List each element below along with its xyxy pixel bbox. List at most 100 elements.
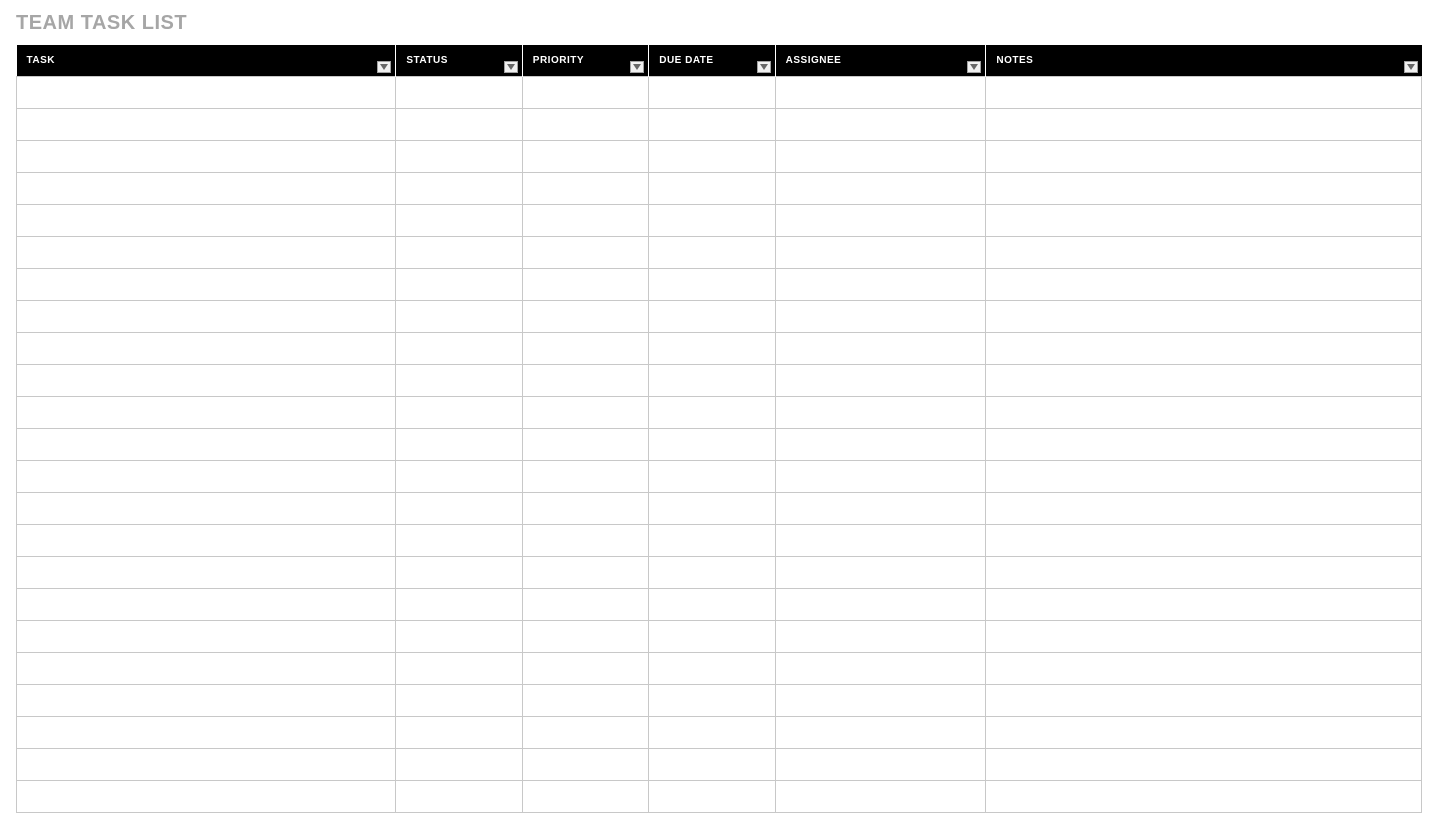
- cell-notes[interactable]: [986, 525, 1422, 557]
- cell-duedate[interactable]: [649, 429, 775, 461]
- cell-priority[interactable]: [522, 173, 648, 205]
- cell-assignee[interactable]: [775, 589, 986, 621]
- cell-priority[interactable]: [522, 589, 648, 621]
- cell-notes[interactable]: [986, 109, 1422, 141]
- cell-task[interactable]: [17, 141, 396, 173]
- cell-assignee[interactable]: [775, 493, 986, 525]
- cell-notes[interactable]: [986, 685, 1422, 717]
- cell-status[interactable]: [396, 365, 522, 397]
- cell-task[interactable]: [17, 397, 396, 429]
- cell-notes[interactable]: [986, 493, 1422, 525]
- cell-notes[interactable]: [986, 365, 1422, 397]
- cell-assignee[interactable]: [775, 557, 986, 589]
- cell-priority[interactable]: [522, 781, 648, 813]
- cell-priority[interactable]: [522, 365, 648, 397]
- cell-status[interactable]: [396, 461, 522, 493]
- cell-notes[interactable]: [986, 429, 1422, 461]
- cell-assignee[interactable]: [775, 109, 986, 141]
- filter-dropdown-icon[interactable]: [757, 61, 771, 73]
- cell-status[interactable]: [396, 397, 522, 429]
- cell-assignee[interactable]: [775, 301, 986, 333]
- cell-task[interactable]: [17, 685, 396, 717]
- cell-assignee[interactable]: [775, 717, 986, 749]
- cell-duedate[interactable]: [649, 269, 775, 301]
- cell-status[interactable]: [396, 493, 522, 525]
- column-header-status[interactable]: STATUS: [396, 45, 522, 77]
- cell-status[interactable]: [396, 301, 522, 333]
- cell-duedate[interactable]: [649, 781, 775, 813]
- cell-status[interactable]: [396, 557, 522, 589]
- cell-notes[interactable]: [986, 141, 1422, 173]
- cell-status[interactable]: [396, 237, 522, 269]
- cell-duedate[interactable]: [649, 653, 775, 685]
- cell-task[interactable]: [17, 365, 396, 397]
- cell-assignee[interactable]: [775, 77, 986, 109]
- cell-duedate[interactable]: [649, 237, 775, 269]
- cell-duedate[interactable]: [649, 301, 775, 333]
- filter-dropdown-icon[interactable]: [377, 61, 391, 73]
- cell-notes[interactable]: [986, 461, 1422, 493]
- column-header-duedate[interactable]: DUE DATE: [649, 45, 775, 77]
- cell-status[interactable]: [396, 333, 522, 365]
- cell-notes[interactable]: [986, 205, 1422, 237]
- cell-duedate[interactable]: [649, 621, 775, 653]
- cell-status[interactable]: [396, 653, 522, 685]
- cell-assignee[interactable]: [775, 397, 986, 429]
- cell-assignee[interactable]: [775, 333, 986, 365]
- filter-dropdown-icon[interactable]: [1404, 61, 1418, 73]
- cell-notes[interactable]: [986, 237, 1422, 269]
- cell-priority[interactable]: [522, 749, 648, 781]
- cell-assignee[interactable]: [775, 621, 986, 653]
- cell-task[interactable]: [17, 557, 396, 589]
- cell-task[interactable]: [17, 493, 396, 525]
- cell-priority[interactable]: [522, 653, 648, 685]
- cell-task[interactable]: [17, 429, 396, 461]
- cell-assignee[interactable]: [775, 781, 986, 813]
- cell-duedate[interactable]: [649, 589, 775, 621]
- cell-task[interactable]: [17, 301, 396, 333]
- cell-task[interactable]: [17, 173, 396, 205]
- cell-priority[interactable]: [522, 301, 648, 333]
- filter-dropdown-icon[interactable]: [967, 61, 981, 73]
- cell-assignee[interactable]: [775, 429, 986, 461]
- cell-status[interactable]: [396, 77, 522, 109]
- cell-task[interactable]: [17, 77, 396, 109]
- cell-priority[interactable]: [522, 237, 648, 269]
- cell-assignee[interactable]: [775, 237, 986, 269]
- cell-notes[interactable]: [986, 653, 1422, 685]
- filter-dropdown-icon[interactable]: [504, 61, 518, 73]
- cell-duedate[interactable]: [649, 717, 775, 749]
- cell-assignee[interactable]: [775, 525, 986, 557]
- cell-duedate[interactable]: [649, 397, 775, 429]
- cell-notes[interactable]: [986, 557, 1422, 589]
- column-header-assignee[interactable]: ASSIGNEE: [775, 45, 986, 77]
- cell-priority[interactable]: [522, 685, 648, 717]
- cell-duedate[interactable]: [649, 525, 775, 557]
- cell-priority[interactable]: [522, 429, 648, 461]
- cell-priority[interactable]: [522, 397, 648, 429]
- cell-task[interactable]: [17, 333, 396, 365]
- cell-task[interactable]: [17, 109, 396, 141]
- filter-dropdown-icon[interactable]: [630, 61, 644, 73]
- cell-task[interactable]: [17, 269, 396, 301]
- cell-assignee[interactable]: [775, 141, 986, 173]
- cell-notes[interactable]: [986, 77, 1422, 109]
- cell-duedate[interactable]: [649, 557, 775, 589]
- cell-task[interactable]: [17, 461, 396, 493]
- cell-status[interactable]: [396, 589, 522, 621]
- cell-task[interactable]: [17, 589, 396, 621]
- cell-duedate[interactable]: [649, 493, 775, 525]
- cell-status[interactable]: [396, 429, 522, 461]
- cell-priority[interactable]: [522, 269, 648, 301]
- cell-notes[interactable]: [986, 589, 1422, 621]
- cell-status[interactable]: [396, 205, 522, 237]
- cell-priority[interactable]: [522, 461, 648, 493]
- column-header-priority[interactable]: PRIORITY: [522, 45, 648, 77]
- cell-notes[interactable]: [986, 781, 1422, 813]
- cell-duedate[interactable]: [649, 141, 775, 173]
- cell-priority[interactable]: [522, 109, 648, 141]
- cell-notes[interactable]: [986, 717, 1422, 749]
- cell-duedate[interactable]: [649, 77, 775, 109]
- cell-status[interactable]: [396, 525, 522, 557]
- cell-task[interactable]: [17, 749, 396, 781]
